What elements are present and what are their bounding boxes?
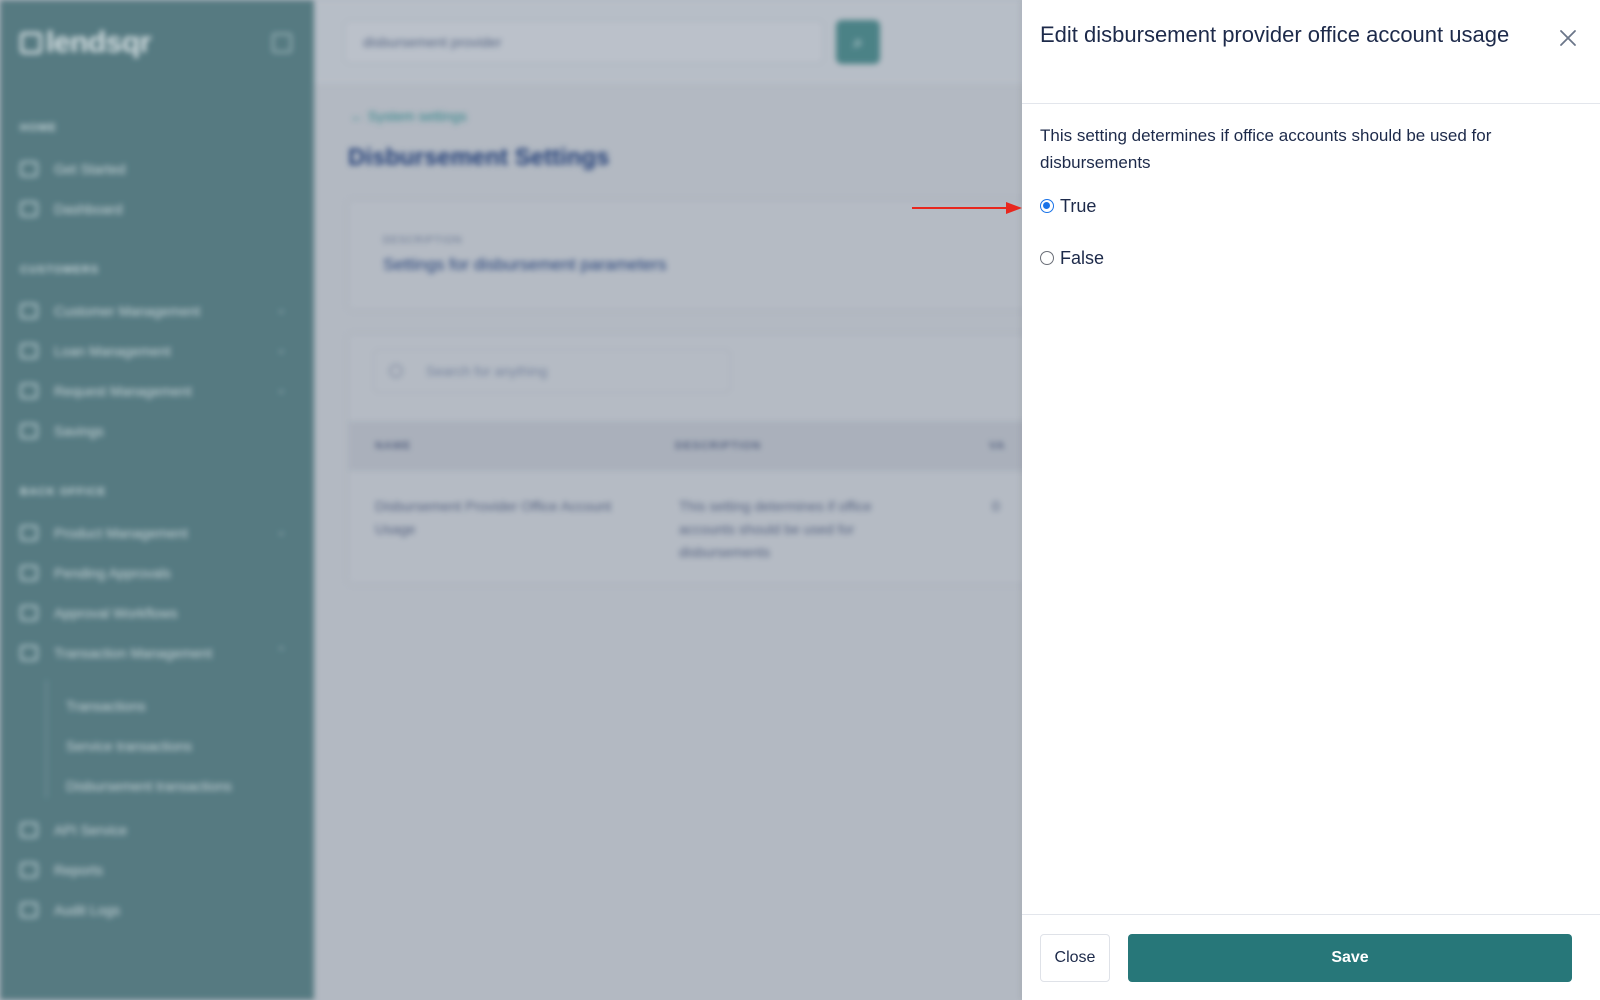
radio-true[interactable] xyxy=(1040,199,1054,213)
drawer-footer: Close Save xyxy=(1022,914,1600,1000)
drawer-header: Edit disbursement provider office accoun… xyxy=(1022,0,1600,104)
option-true[interactable]: True xyxy=(1040,194,1096,218)
option-false[interactable]: False xyxy=(1040,246,1104,270)
close-icon[interactable] xyxy=(1552,22,1584,54)
option-false-label: False xyxy=(1060,247,1105,268)
drawer-title: Edit disbursement provider office accoun… xyxy=(1040,22,1510,47)
edit-setting-drawer: Edit disbursement provider office accoun… xyxy=(1022,0,1600,1000)
annotation-arrow-icon xyxy=(912,202,1022,214)
save-button[interactable]: Save xyxy=(1128,934,1572,982)
drawer-description: This setting determines if office accoun… xyxy=(1040,126,1492,172)
close-button[interactable]: Close xyxy=(1040,934,1110,982)
option-true-label: True xyxy=(1060,195,1097,216)
radio-false[interactable] xyxy=(1040,251,1054,265)
